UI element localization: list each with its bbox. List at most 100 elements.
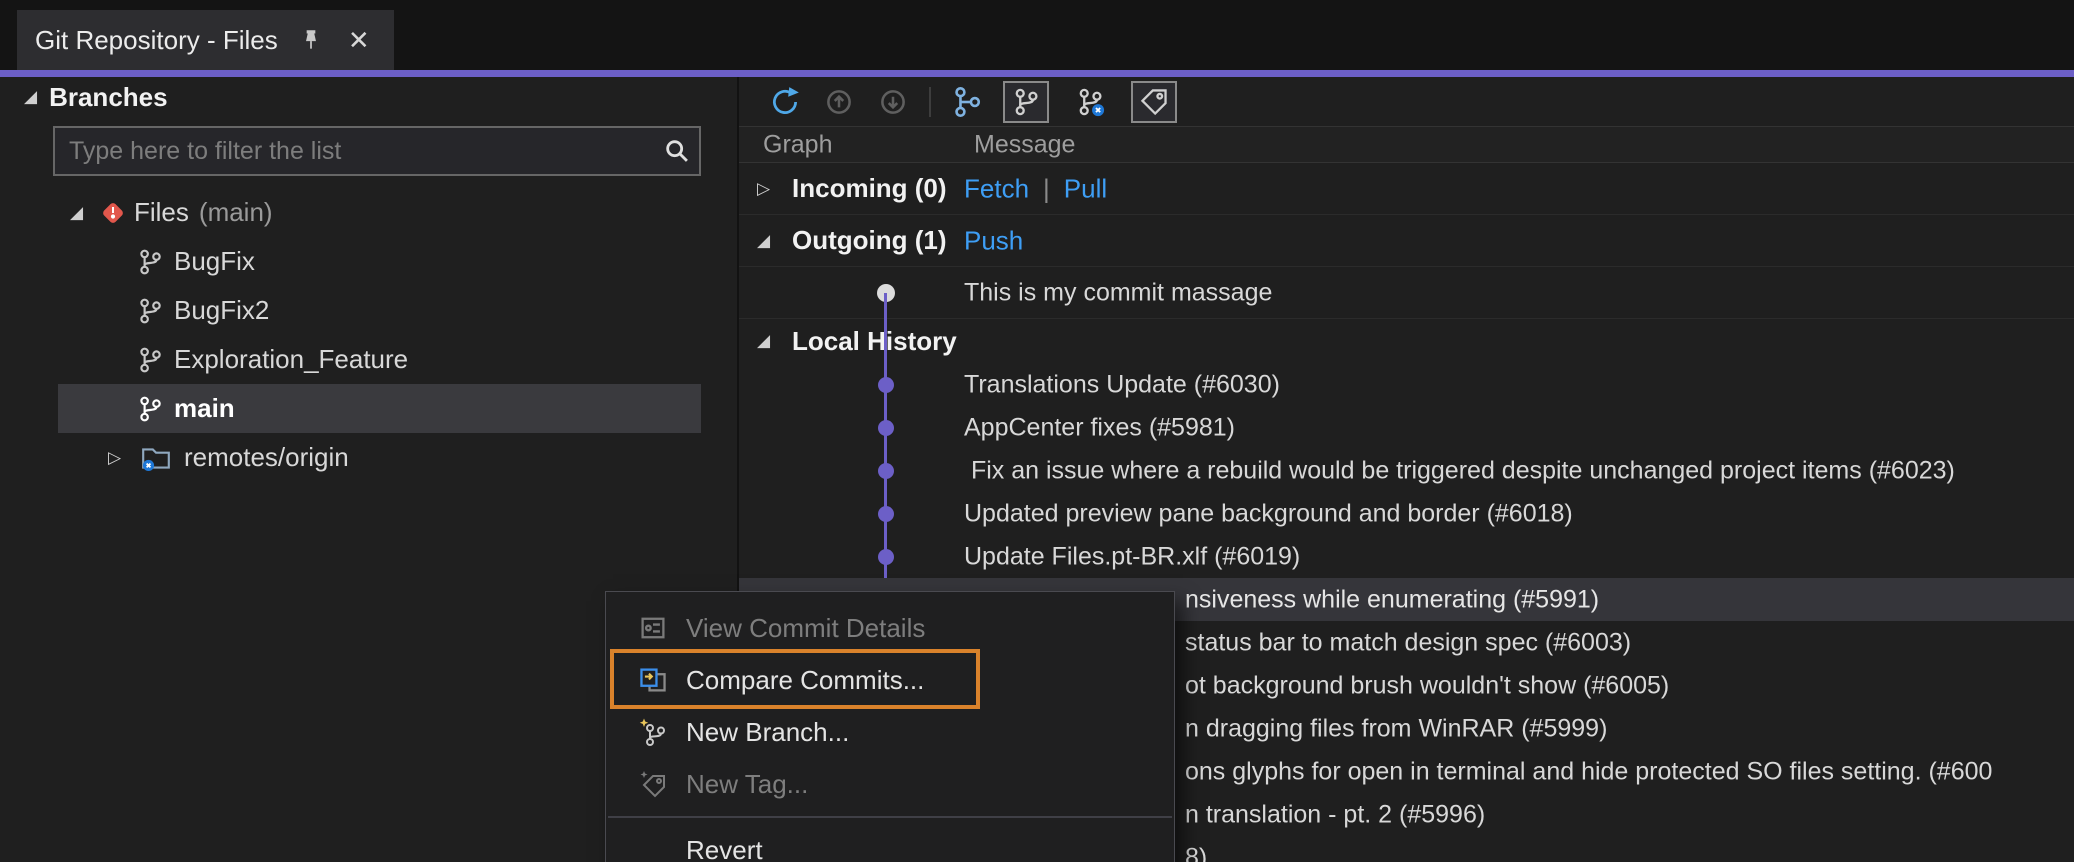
context-menu: View Commit Details Compare Commits... N… — [605, 591, 1175, 862]
commit-dot — [878, 376, 894, 393]
search-icon — [655, 137, 699, 165]
column-headers: Graph Message — [739, 126, 2074, 163]
commit-message: Fix an issue where a rebuild would be tr… — [964, 456, 1955, 484]
commit-message: n dragging files from WinRAR (#5999) — [1185, 714, 1608, 742]
commit-message: status bar to match design spec (#6003) — [1185, 628, 1632, 656]
pull-link[interactable]: Pull — [1064, 173, 1107, 204]
commit-dot — [878, 548, 894, 565]
new-branch-icon — [636, 717, 670, 747]
accent-border — [0, 70, 2074, 77]
repo-branch-suffix: (main) — [198, 197, 273, 227]
commit-message: n translation - pt. 2 (#5996) — [1185, 800, 1486, 828]
branch-label: main — [174, 393, 235, 423]
close-icon[interactable]: ✕ — [344, 25, 374, 55]
menu-item-label: Revert — [686, 834, 763, 862]
refresh-button[interactable] — [767, 84, 803, 120]
git-repo-icon — [98, 198, 134, 228]
menu-item-revert[interactable]: Revert — [606, 824, 1174, 862]
commit-message: nsiveness while enumerating (#5991) — [1185, 585, 1600, 613]
commit-message: Update Files.pt-BR.xlf (#6019) — [964, 542, 1301, 570]
local-history-label: Local History — [792, 325, 957, 356]
local-history-row[interactable]: ◢ Local History — [739, 319, 2074, 363]
remotes-label: remotes/origin — [184, 442, 349, 472]
branches-tree: ◢ Files (main) BugFix BugFix2 Exploratio… — [0, 188, 737, 482]
show-local-branches-toggle[interactable] — [1003, 80, 1049, 123]
commit-row[interactable]: Translations Update (#6030) — [739, 363, 2074, 406]
commit-row[interactable]: Update Files.pt-BR.xlf (#6019) — [739, 535, 2074, 578]
branch-icon — [136, 248, 174, 276]
compare-commits-icon — [636, 665, 670, 695]
incoming-label: Incoming (0) — [792, 173, 947, 203]
remote-folder-icon — [140, 444, 184, 472]
menu-item-label: View Commit Details — [686, 612, 926, 643]
commit-row[interactable]: AppCenter fixes (#5981) — [739, 406, 2074, 449]
history-toolbar — [739, 77, 2074, 126]
push-link[interactable]: Push — [964, 225, 1023, 256]
branches-expander-icon[interactable]: ◢ — [24, 87, 37, 107]
commit-message: Translations Update (#6030) — [964, 370, 1280, 398]
column-header-message: Message — [974, 130, 1076, 158]
branch-icon — [136, 346, 174, 374]
menu-item-label: Compare Commits... — [686, 664, 925, 695]
repo-expander-icon[interactable]: ◢ — [70, 203, 98, 223]
toolbar-separator — [929, 86, 931, 117]
tab-title: Git Repository - Files — [35, 24, 278, 55]
new-tag-icon — [636, 769, 670, 799]
branch-filter-input[interactable] — [55, 128, 655, 174]
branch-item-main[interactable]: main — [58, 384, 701, 433]
branches-title: Branches — [49, 81, 168, 112]
outgoing-row[interactable]: ◢ Outgoing (1) Push — [739, 215, 2074, 267]
branch-item-bugfix2[interactable]: BugFix2 — [58, 286, 701, 335]
pin-icon[interactable] — [296, 25, 326, 55]
commit-dot — [878, 462, 894, 479]
show-tags-toggle[interactable] — [1131, 80, 1177, 123]
outgoing-label: Outgoing (1) — [792, 225, 947, 255]
menu-item-new-branch[interactable]: New Branch... — [606, 706, 1174, 758]
commit-dot — [878, 419, 894, 436]
incoming-expander-icon[interactable]: ▷ — [757, 179, 784, 199]
repo-node-files[interactable]: ◢ Files (main) — [58, 188, 701, 237]
branch-label: BugFix — [174, 246, 255, 276]
menu-separator — [608, 816, 1172, 818]
branch-label: BugFix2 — [174, 295, 270, 325]
outgoing-commit-message: This is my commit massage — [964, 278, 1273, 306]
fetch-button[interactable] — [821, 84, 857, 120]
menu-item-label: New Branch... — [686, 716, 850, 747]
menu-item-label: New Tag... — [686, 768, 809, 799]
commit-row[interactable]: Updated preview pane background and bord… — [739, 492, 2074, 535]
local-history-expander-icon[interactable]: ◢ — [757, 331, 784, 351]
outgoing-commit-row[interactable]: This is my commit massage — [739, 267, 2074, 319]
menu-item-compare-commits[interactable]: Compare Commits... — [606, 654, 1174, 706]
menu-item-new-tag: New Tag... — [606, 758, 1174, 810]
branch-item-bugfix[interactable]: BugFix — [58, 237, 701, 286]
git-repository-window: Git Repository - Files ✕ ◢ Branches Type… — [0, 0, 2074, 862]
incoming-row[interactable]: ▷ Incoming (0) Fetch | Pull — [739, 163, 2074, 215]
commit-message: AppCenter fixes (#5981) — [964, 413, 1235, 441]
commit-row[interactable]: Fix an issue where a rebuild would be tr… — [739, 449, 2074, 492]
show-remote-branches-toggle[interactable] — [1067, 81, 1113, 123]
tab-strip: Git Repository - Files ✕ — [0, 0, 2074, 70]
link-separator: | — [1043, 173, 1050, 203]
branch-label: Exploration_Feature — [174, 344, 409, 374]
current-branch-icon — [136, 395, 174, 423]
outgoing-expander-icon[interactable]: ◢ — [757, 231, 784, 251]
commit-dot — [878, 505, 894, 522]
commit-details-icon — [636, 613, 670, 643]
commit-graph-button[interactable] — [949, 84, 985, 120]
branch-filter-box — [53, 126, 701, 176]
menu-item-view-commit-details: View Commit Details — [606, 602, 1174, 654]
commit-message: 8) — [1185, 843, 1208, 862]
tab-git-repository-files[interactable]: Git Repository - Files ✕ — [17, 10, 394, 70]
branches-header[interactable]: ◢ Branches — [24, 79, 168, 115]
remotes-expander-icon[interactable]: ▷ — [108, 448, 140, 468]
pull-button[interactable] — [875, 84, 911, 120]
commit-message: Updated preview pane background and bord… — [964, 499, 1573, 527]
branch-item-exploration-feature[interactable]: Exploration_Feature — [58, 335, 701, 384]
column-header-graph: Graph — [763, 130, 833, 158]
commit-message: ons glyphs for open in terminal and hide… — [1185, 757, 1993, 785]
commit-message: ot background brush wouldn't show (#6005… — [1185, 671, 1670, 699]
repo-label: Files — [134, 197, 189, 227]
remotes-node[interactable]: ▷ remotes/origin — [58, 433, 701, 482]
branch-icon — [136, 297, 174, 325]
fetch-link[interactable]: Fetch — [964, 173, 1029, 204]
